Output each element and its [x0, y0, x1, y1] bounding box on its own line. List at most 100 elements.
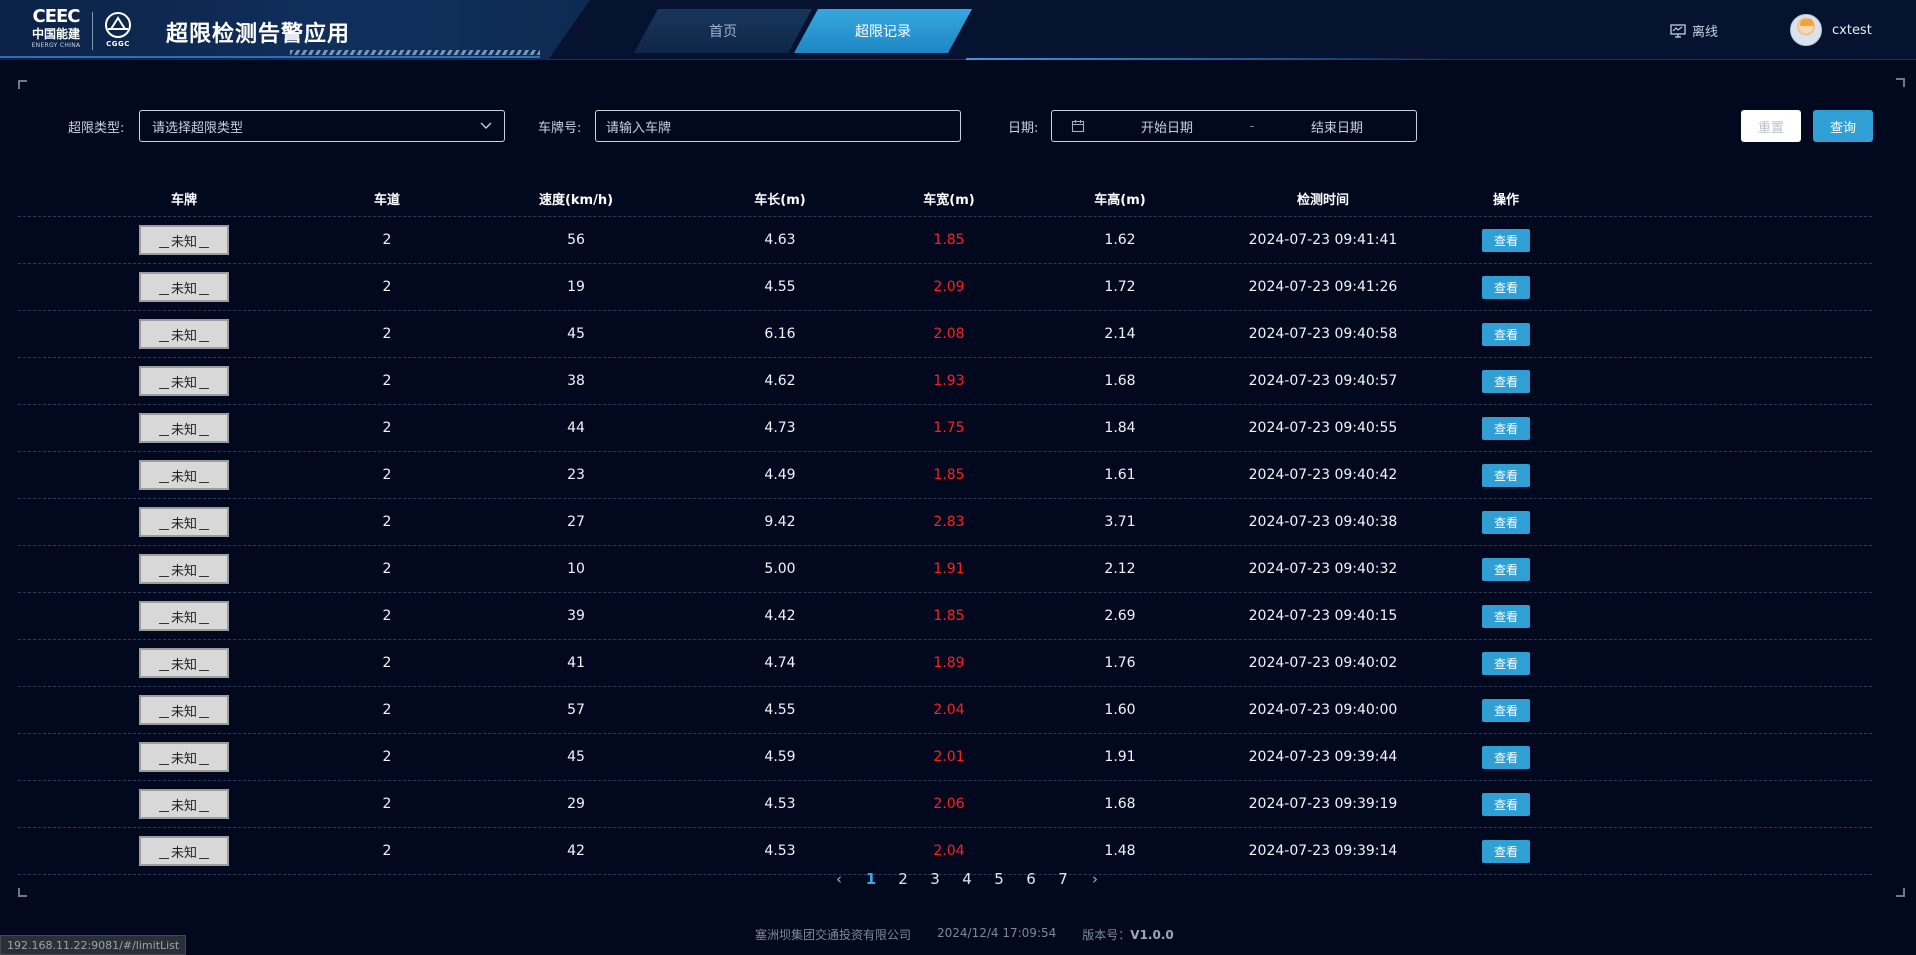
avatar[interactable]: [1790, 14, 1822, 46]
table-header: 车牌 车道 速度(km/h) 车长(m) 车宽(m) 车高(m) 检测时间 操作: [18, 180, 1872, 217]
col-time-cell: 2024-07-23 09:41:26: [1248, 279, 1398, 295]
action-cell: 查看: [1482, 593, 1530, 639]
status-url: 192.168.11.22:9081/#/limitList: [0, 935, 187, 955]
limit-records-table: 车牌 车道 速度(km/h) 车长(m) 车宽(m) 车高(m) 检测时间 操作 未知 2 56 4…: [18, 180, 1872, 875]
col-time-cell: 2024-07-23 09:40:57: [1248, 373, 1398, 389]
page-1-button[interactable]: 1: [855, 870, 887, 888]
end-date-input[interactable]: 结束日期: [1262, 117, 1412, 136]
table-row: 未知 2 29 4.53 2.06 1.68 2024-07-23 09:39:19 查看: [18, 781, 1872, 828]
license-plate-badge: 未知: [139, 319, 229, 349]
username[interactable]: cxtest: [1832, 23, 1872, 38]
col-time-cell: 2024-07-23 09:40:55: [1248, 420, 1398, 436]
license-plate-badge: 未知: [139, 413, 229, 443]
view-button[interactable]: 查看: [1482, 745, 1530, 769]
plate-number-input[interactable]: 请输入车牌: [595, 110, 961, 142]
col-speed-cell: 45: [567, 326, 585, 342]
cggc-logo: CGGC: [100, 12, 136, 52]
query-button[interactable]: 查询: [1813, 110, 1873, 142]
view-button[interactable]: 查看: [1482, 275, 1530, 299]
col-lane-cell: 2: [382, 796, 392, 812]
license-plate-badge: 未知: [139, 507, 229, 537]
plate-cell: 未知: [139, 452, 229, 498]
plate-cell: 未知: [139, 828, 229, 874]
frame-corner-top-right: [1896, 78, 1905, 87]
view-button[interactable]: 查看: [1482, 698, 1530, 722]
plate-cell: 未知: [139, 546, 229, 592]
view-button[interactable]: 查看: [1482, 839, 1530, 863]
next-page-button[interactable]: ›: [1079, 870, 1111, 888]
page-2-button[interactable]: 2: [887, 870, 919, 888]
date-separator: -: [1249, 118, 1255, 134]
col-length-cell: 4.53: [764, 796, 796, 812]
plate-cell: 未知: [139, 640, 229, 686]
date-label: 日期:: [1008, 121, 1039, 136]
license-plate-badge: 未知: [139, 648, 229, 678]
table-row: 未知 2 38 4.62 1.93 1.68 2024-07-23 09:40:57 查看: [18, 358, 1872, 405]
license-plate-badge: 未知: [139, 742, 229, 772]
col-time-cell: 2024-07-23 09:39:44: [1248, 749, 1398, 765]
col-lane-cell: 2: [382, 702, 392, 718]
action-cell: 查看: [1482, 734, 1530, 780]
col-speed-cell: 39: [567, 608, 585, 624]
table-row: 未知 2 10 5.00 1.91 2.12 2024-07-23 09:40:32 查看: [18, 546, 1872, 593]
license-plate-badge: 未知: [139, 601, 229, 631]
col-lane-cell: 2: [382, 561, 392, 577]
nav-underline: [966, 58, 1446, 60]
app-header: CEEC 中国能建 ENERGY CHINA CGGC 超限检测告警应用 首页 …: [0, 0, 1916, 60]
start-date-input[interactable]: 开始日期: [1092, 117, 1242, 136]
license-plate-badge: 未知: [139, 789, 229, 819]
page-4-button[interactable]: 4: [951, 870, 983, 888]
plate-cell: 未知: [139, 781, 229, 827]
limit-type-select[interactable]: 请选择超限类型: [139, 110, 505, 142]
view-button[interactable]: 查看: [1482, 792, 1530, 816]
version-number: V1.0.0: [1130, 928, 1174, 942]
col-lane-cell: 2: [382, 420, 392, 436]
view-button[interactable]: 查看: [1482, 369, 1530, 393]
view-button[interactable]: 查看: [1482, 463, 1530, 487]
action-cell: 查看: [1482, 452, 1530, 498]
view-button[interactable]: 查看: [1482, 557, 1530, 581]
page-3-button[interactable]: 3: [919, 870, 951, 888]
energy-china-logo: CEEC 中国能建 ENERGY CHINA: [26, 8, 86, 54]
table-row: 未知 2 42 4.53 2.04 1.48 2024-07-23 09:39:14 查看: [18, 828, 1872, 875]
col-length-cell: 4.49: [764, 467, 796, 483]
col-length-cell: 4.59: [764, 749, 796, 765]
view-button[interactable]: 查看: [1482, 604, 1530, 628]
page-list: 1234567: [855, 870, 1079, 888]
page-6-button[interactable]: 6: [1015, 870, 1047, 888]
col-time-cell: 2024-07-23 09:40:32: [1248, 561, 1398, 577]
col-width-cell: 2.04: [933, 702, 965, 718]
date-range-picker[interactable]: 开始日期 - 结束日期: [1051, 110, 1417, 142]
view-button[interactable]: 查看: [1482, 416, 1530, 440]
col-speed-cell: 38: [567, 373, 585, 389]
table-row: 未知 2 41 4.74 1.89 1.76 2024-07-23 09:40:02 查看: [18, 640, 1872, 687]
view-button[interactable]: 查看: [1482, 510, 1530, 534]
col-height-cell: 1.72: [1104, 279, 1136, 295]
view-button[interactable]: 查看: [1482, 651, 1530, 675]
col-lane-cell: 2: [382, 467, 392, 483]
col-length-cell: 4.55: [764, 702, 796, 718]
table-row: 未知 2 45 4.59 2.01 1.91 2024-07-23 09:39:44 查看: [18, 734, 1872, 781]
prev-page-button[interactable]: ‹: [823, 870, 855, 888]
page-5-button[interactable]: 5: [983, 870, 1015, 888]
col-height-cell: 2.69: [1104, 608, 1136, 624]
plate-cell: 未知: [139, 734, 229, 780]
plate-cell: 未知: [139, 499, 229, 545]
view-button[interactable]: 查看: [1482, 322, 1530, 346]
col-time-cell: 2024-07-23 09:39:14: [1248, 843, 1398, 859]
page-7-button[interactable]: 7: [1047, 870, 1079, 888]
action-cell: 查看: [1482, 217, 1530, 263]
col-plate-header: 车牌: [170, 192, 198, 208]
frame-corner-bottom-right: [1896, 888, 1905, 897]
view-button[interactable]: 查看: [1482, 228, 1530, 252]
pagination: ‹ 1234567 ›: [823, 870, 1111, 888]
action-cell: 查看: [1482, 781, 1530, 827]
nav-tab-records[interactable]: 超限记录: [794, 9, 972, 53]
user-menu[interactable]: cxtest: [1790, 14, 1872, 46]
col-length-cell: 6.16: [764, 326, 796, 342]
decorative-stripe: [290, 50, 540, 55]
action-cell: 查看: [1482, 499, 1530, 545]
col-height-cell: 1.62: [1104, 232, 1136, 248]
nav-tab-home[interactable]: 首页: [634, 9, 812, 53]
reset-button[interactable]: 重置: [1741, 110, 1801, 142]
